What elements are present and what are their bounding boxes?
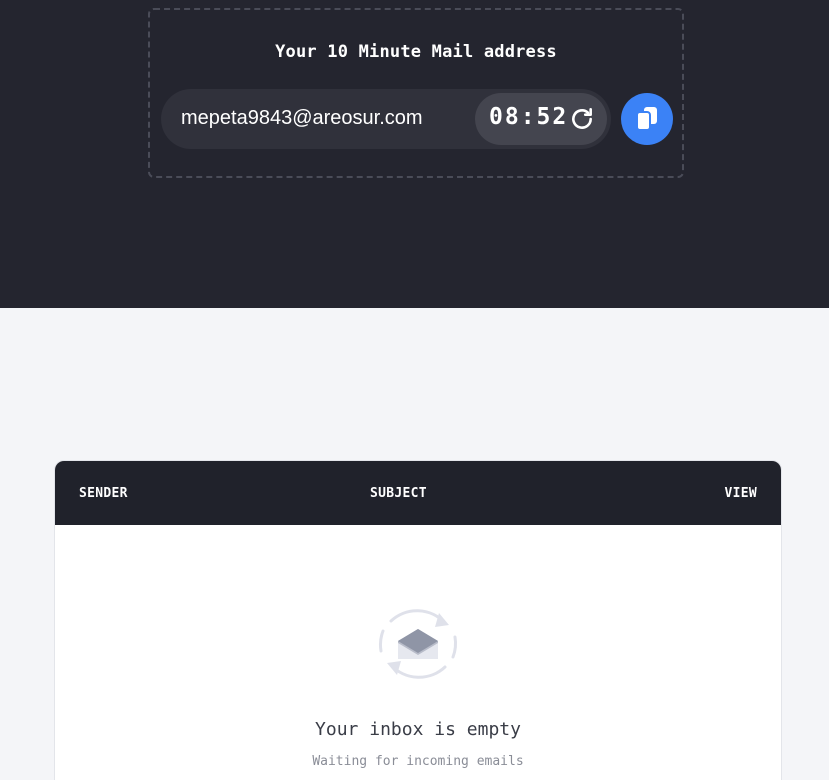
open-envelope-refresh-icon [378,609,458,679]
copy-icon [636,107,657,131]
column-header-sender: SENDER [79,486,128,501]
empty-state-subtitle: Waiting for incoming emails [312,754,524,769]
address-title: Your 10 Minute Mail address [275,42,557,62]
timer-pill: 08:52 [475,93,607,145]
countdown-timer: 08:52 [489,104,569,130]
hero-section: Your 10 Minute Mail address mepeta9843@a… [0,0,829,308]
column-header-subject: SUBJECT [370,486,427,501]
inbox-table-header: SENDER SUBJECT VIEW [55,461,781,525]
copy-button[interactable] [621,93,673,145]
column-header-view: VIEW [724,486,757,501]
inbox-table: SENDER SUBJECT VIEW Your inbox is empty … [54,460,782,780]
empty-state-title: Your inbox is empty [315,719,521,740]
refresh-icon[interactable] [569,106,595,132]
email-address-field[interactable]: mepeta9843@areosur.com 08:52 [161,89,611,149]
email-address-text[interactable]: mepeta9843@areosur.com [181,107,423,130]
